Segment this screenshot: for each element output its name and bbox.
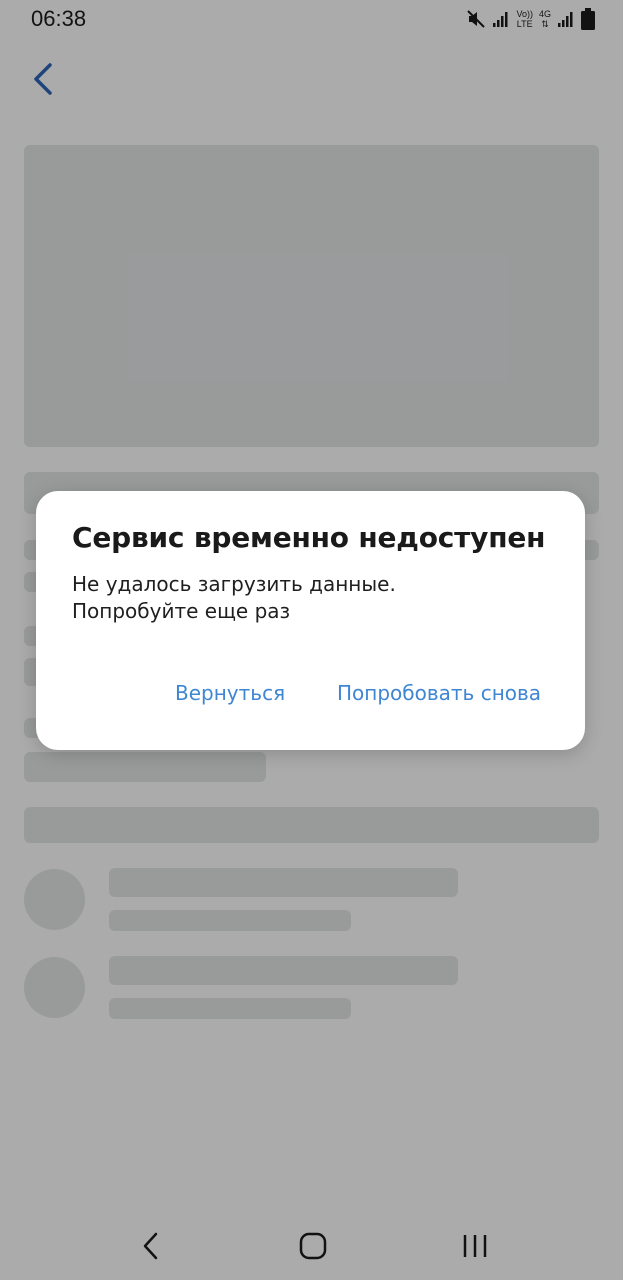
app-screen: 06:38 Vo)) LTE 4G ⇅ Сервис временно недо…: [0, 0, 623, 1280]
dialog-title: Сервис временно недоступен: [72, 521, 546, 554]
retry-button[interactable]: Попробовать снова: [337, 681, 541, 705]
error-dialog: Сервис временно недоступен Не удалось за…: [36, 491, 585, 750]
dialog-message-line: Попробуйте еще раз: [72, 599, 291, 623]
dialog-message-line: Не удалось загрузить данные.: [72, 572, 396, 596]
go-back-button[interactable]: Вернуться: [175, 681, 285, 705]
dialog-message: Не удалось загрузить данные. Попробуйте …: [72, 571, 552, 625]
